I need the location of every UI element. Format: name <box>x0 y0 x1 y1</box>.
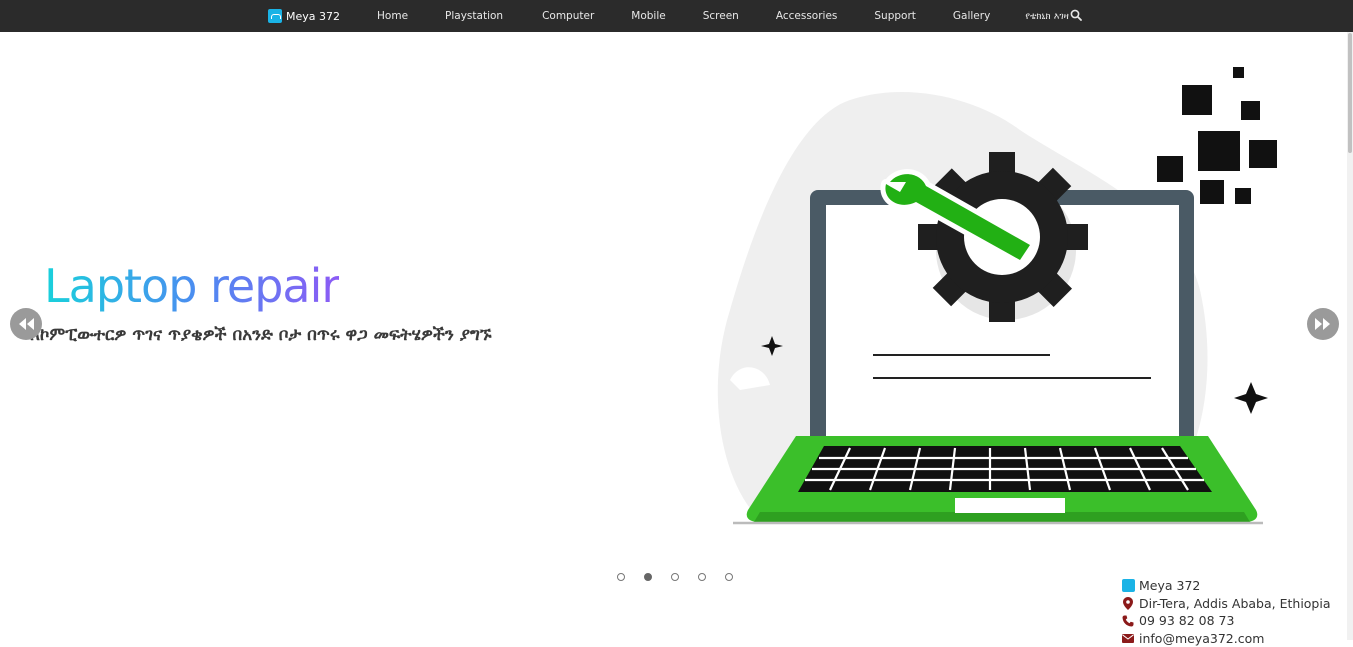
nav-link-support[interactable]: Support <box>874 10 916 22</box>
nav-link-accessories[interactable]: Accessories <box>776 10 838 22</box>
top-navbar: Meya 372 Home Playstation Computer Mobil… <box>0 0 1353 32</box>
carousel-indicator[interactable] <box>617 573 625 581</box>
slide-subtitle: ለኮምፒውተርዎ ጥገና ጥያቄዎች በአንድ ቦታ በጥሩ ዋጋ መፍትሄዎች… <box>30 325 492 345</box>
contact-phone[interactable]: 09 93 82 08 73 <box>1139 613 1234 628</box>
carousel-next-button[interactable] <box>1307 308 1339 340</box>
brand-logo-icon <box>268 9 282 23</box>
rewind-icon <box>17 317 35 331</box>
slide-title: Laptop repair <box>44 259 339 313</box>
fast-forward-icon <box>1314 317 1332 331</box>
phone-icon <box>1122 615 1134 627</box>
brand-logo-icon <box>1122 579 1135 592</box>
carousel-indicator[interactable] <box>725 573 733 581</box>
contact-address: Dir-Tera, Addis Ababa, Ethiopia <box>1139 596 1331 611</box>
nav-menu: Meya 372 Home Playstation Computer Mobil… <box>268 0 1069 32</box>
nav-link-technical-support[interactable]: የቴክኒክ እገዛ <box>1025 11 1069 22</box>
contact-info: Meya 372 Dir-Tera, Addis Ababa, Ethiopia… <box>1121 577 1331 647</box>
contact-phone-row: 09 93 82 08 73 <box>1121 612 1331 630</box>
contact-address-row: Dir-Tera, Addis Ababa, Ethiopia <box>1121 595 1331 613</box>
carousel-indicator[interactable] <box>698 573 706 581</box>
scrollbar-thumb[interactable] <box>1348 33 1352 153</box>
carousel-prev-button[interactable] <box>10 308 42 340</box>
brand-name: Meya 372 <box>286 10 340 23</box>
nav-link-computer[interactable]: Computer <box>542 10 594 22</box>
carousel-indicator[interactable] <box>671 573 679 581</box>
map-marker-icon <box>1123 597 1133 610</box>
nav-link-home[interactable]: Home <box>377 10 408 22</box>
nav-link-gallery[interactable]: Gallery <box>953 10 990 22</box>
brand-link[interactable]: Meya 372 <box>268 9 340 23</box>
search-icon[interactable] <box>1070 9 1082 21</box>
carousel-indicator-active[interactable] <box>644 573 652 581</box>
nav-link-screen[interactable]: Screen <box>703 10 739 22</box>
contact-email-row: info@meya372.com <box>1121 630 1331 647</box>
contact-brand-row: Meya 372 <box>1121 577 1331 595</box>
laptop-repair-illustration <box>700 60 1290 540</box>
contact-email[interactable]: info@meya372.com <box>1139 631 1264 646</box>
nav-link-playstation[interactable]: Playstation <box>445 10 503 22</box>
contact-brand-name: Meya 372 <box>1139 578 1200 593</box>
carousel-indicators <box>617 573 733 581</box>
envelope-icon <box>1122 634 1134 643</box>
nav-link-mobile[interactable]: Mobile <box>631 10 665 22</box>
